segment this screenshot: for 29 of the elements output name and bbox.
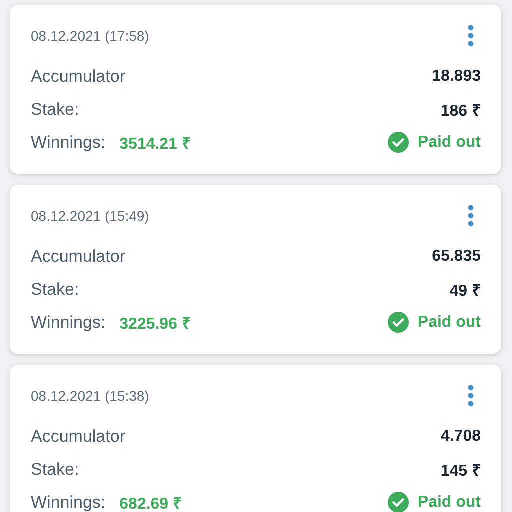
check-circle-icon — [388, 132, 409, 153]
more-menu-icon[interactable] — [468, 205, 474, 227]
stake-label: Stake: — [31, 460, 80, 480]
odds-value: 18.893 — [432, 68, 481, 86]
bet-type: Accumulator — [31, 66, 126, 86]
winnings-value: 682.69 ₹ — [120, 494, 182, 512]
status-text: Paid out — [418, 314, 481, 332]
check-circle-icon — [388, 312, 409, 333]
status-text: Paid out — [418, 494, 481, 512]
bet-type: Accumulator — [31, 246, 126, 266]
status-text: Paid out — [418, 134, 481, 152]
winnings-label: Winnings: — [31, 492, 106, 512]
more-menu-icon[interactable] — [468, 25, 474, 47]
stake-label: Stake: — [31, 280, 80, 300]
stake-value: 145 ₹ — [440, 462, 481, 480]
winnings-value: 3225.96 ₹ — [120, 314, 191, 334]
bet-date: 08.12.2021 (15:38) — [31, 388, 150, 404]
odds-value: 65.835 — [432, 248, 481, 266]
odds-value: 4.708 — [440, 428, 481, 446]
stake-value: 49 ₹ — [450, 282, 481, 300]
bet-type: Accumulator — [31, 426, 126, 446]
more-menu-icon[interactable] — [468, 385, 474, 407]
bet-date: 08.12.2021 (15:49) — [31, 208, 150, 224]
stake-value: 186 ₹ — [440, 102, 481, 120]
winnings-label: Winnings: — [31, 132, 106, 152]
stake-label: Stake: — [31, 100, 80, 120]
bet-date: 08.12.2021 (17:58) — [31, 28, 150, 44]
winnings-value: 3514.21 ₹ — [120, 134, 191, 154]
winnings-label: Winnings: — [31, 312, 106, 332]
